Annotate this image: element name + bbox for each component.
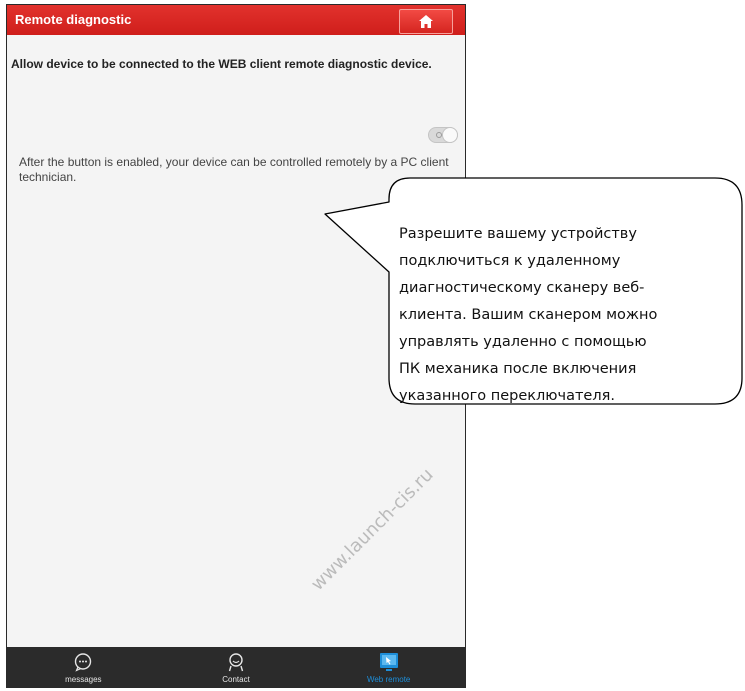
tab-messages[interactable]: messages xyxy=(7,647,160,687)
title-bar: Remote diagnostic xyxy=(7,5,465,35)
chat-bubble-icon xyxy=(75,653,92,672)
callout-line: подключиться к удаленному xyxy=(399,253,621,269)
tab-web-remote[interactable]: Web remote xyxy=(312,647,465,687)
callout-line: ПК механика после включения xyxy=(399,361,637,377)
bottom-tab-bar: messages Contact Web remote xyxy=(7,647,465,687)
tab-contact[interactable]: Contact xyxy=(160,647,313,687)
monitor-icon xyxy=(379,653,398,671)
contact-icon xyxy=(228,653,244,672)
device-screen: Remote diagnostic Allow device to be con… xyxy=(6,4,466,688)
callout-line: диагностическому сканеру веб- xyxy=(399,280,645,296)
remote-diagnostic-toggle[interactable] xyxy=(428,127,458,143)
tab-messages-label: messages xyxy=(65,675,102,684)
callout-line: клиента. Вашим сканером можно xyxy=(399,307,658,323)
callout-text: Разрешите вашему устройству подключиться… xyxy=(399,221,729,410)
setting-description: Allow device to be connected to the WEB … xyxy=(11,57,432,71)
tab-contact-label: Contact xyxy=(222,675,250,684)
setting-hint: After the button is enabled, your device… xyxy=(19,155,449,184)
watermark: www.launch-cis.ru xyxy=(307,464,438,595)
callout-line: Разрешите вашему устройству xyxy=(399,226,637,242)
home-icon xyxy=(419,15,433,28)
page-title: Remote diagnostic xyxy=(15,12,132,27)
home-button[interactable] xyxy=(399,9,453,34)
toggle-knob xyxy=(442,127,458,143)
callout-line: управлять удаленно с помощью xyxy=(399,334,647,350)
tab-web-remote-label: Web remote xyxy=(366,675,411,684)
callout-line: указанного переключателя. xyxy=(399,388,615,404)
